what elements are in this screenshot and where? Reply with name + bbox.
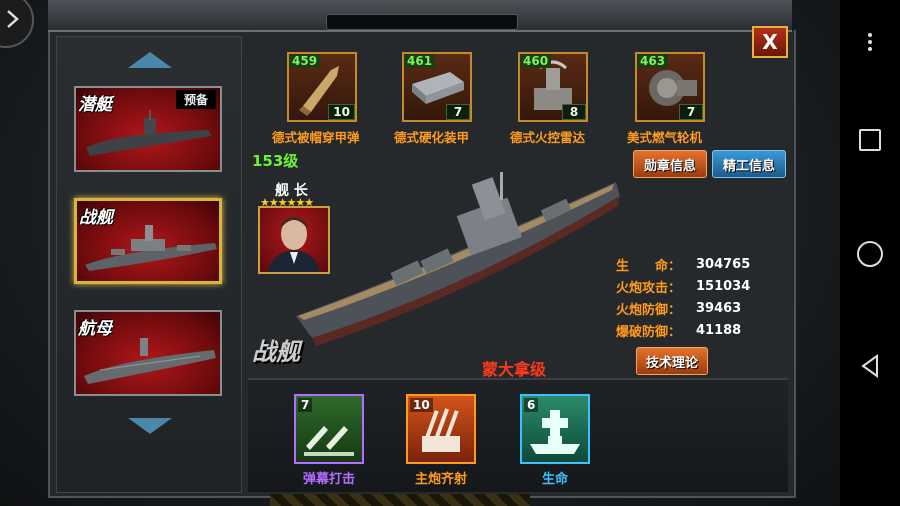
stat-gun-attack: 火炮攻击： 151034 [616, 275, 750, 297]
game-screen: 潜艇 预备 战舰 航母 459 10 德式被帽穿甲弹 461 7 德式硬化装甲 … [0, 0, 840, 506]
equipment-count: 8 [562, 104, 586, 120]
equipment-count: 10 [328, 104, 355, 120]
back-button[interactable] [854, 350, 886, 382]
ship-name: 蒙大拿级 [482, 360, 547, 379]
skill-main-gun-salvo[interactable]: 10 [406, 394, 476, 464]
ship-stats: 生 命： 304765 火炮攻击： 151034 火炮防御： 39463 爆破防御： 4… [616, 253, 750, 341]
stat-blast-defense: 爆破防御： 41188 [616, 319, 750, 341]
skill-level: 6 [524, 398, 539, 412]
recent-apps-button[interactable] [854, 124, 886, 156]
stat-gun-defense: 火炮防御： 39463 [616, 297, 750, 319]
scroll-up-arrow[interactable] [128, 52, 172, 68]
home-button[interactable] [854, 238, 886, 270]
medal-info-button[interactable]: 勋章信息 [633, 150, 707, 178]
stat-value: 151034 [696, 278, 751, 294]
back-triangle-icon [861, 354, 878, 378]
elite-info-button[interactable]: 精工信息 [712, 150, 786, 178]
system-nav-bar [840, 0, 900, 506]
title-slot [326, 14, 518, 30]
battleship-model [296, 172, 620, 346]
equipment-level: 459 [289, 54, 321, 68]
ship-card-battleship[interactable]: 战舰 [74, 198, 222, 284]
menu-dots-icon[interactable] [854, 26, 886, 58]
submarine-icon [86, 110, 212, 156]
equipment-level: 461 [404, 54, 436, 68]
stat-label: 生 命： [616, 258, 682, 274]
expand-side-button[interactable] [0, 0, 34, 48]
close-button[interactable]: X [752, 26, 788, 58]
equipment-name: 德式硬化装甲 [394, 130, 470, 145]
stat-value: 304765 [696, 256, 751, 272]
equipment-level: 460 [520, 54, 552, 68]
scroll-down-arrow[interactable] [128, 418, 172, 434]
equipment-name: 德式火控雷达 [510, 130, 586, 145]
stat-label: 爆破防御： [616, 324, 682, 340]
hazard-stripe [270, 494, 530, 506]
skill-level: 10 [410, 398, 433, 412]
top-frame [48, 0, 792, 32]
ship-card-submarine[interactable]: 潜艇 预备 [74, 86, 222, 172]
skill-name: 弹幕打击 [303, 472, 356, 487]
equipment-name: 德式被帽穿甲弹 [272, 130, 360, 145]
stat-value: 39463 [696, 300, 742, 316]
skill-health[interactable]: 6 [520, 394, 590, 464]
battleship-icon [85, 225, 217, 271]
aircraft-carrier-icon [84, 338, 216, 384]
stat-hp: 生 命： 304765 [616, 253, 750, 275]
skill-name: 生命 [542, 472, 569, 487]
skill-barrage-strike[interactable]: 7 [294, 394, 364, 464]
close-icon: X [762, 30, 778, 54]
equipment-slot[interactable]: 461 7 [402, 52, 472, 122]
equipment-count: 7 [679, 104, 703, 120]
stat-label: 火炮攻击： [616, 280, 682, 296]
skill-level: 7 [298, 398, 313, 412]
equipment-slot[interactable]: 460 8 [518, 52, 588, 122]
tech-theory-button[interactable]: 技术理论 [636, 347, 708, 375]
stat-label: 火炮防御： [616, 302, 682, 318]
equipment-level: 463 [637, 54, 669, 68]
skill-name: 主炮齐射 [415, 472, 468, 487]
ship-type-mark: 战舰 [252, 338, 300, 366]
stat-value: 41188 [696, 322, 742, 338]
equipment-slot[interactable]: 463 7 [635, 52, 705, 122]
ship-card-carrier[interactable]: 航母 [74, 310, 222, 396]
equipment-count: 7 [446, 104, 470, 120]
equipment-name: 美式燃气轮机 [627, 130, 703, 145]
chevron-right-icon [7, 10, 19, 28]
equipment-slot[interactable]: 459 10 [287, 52, 357, 122]
